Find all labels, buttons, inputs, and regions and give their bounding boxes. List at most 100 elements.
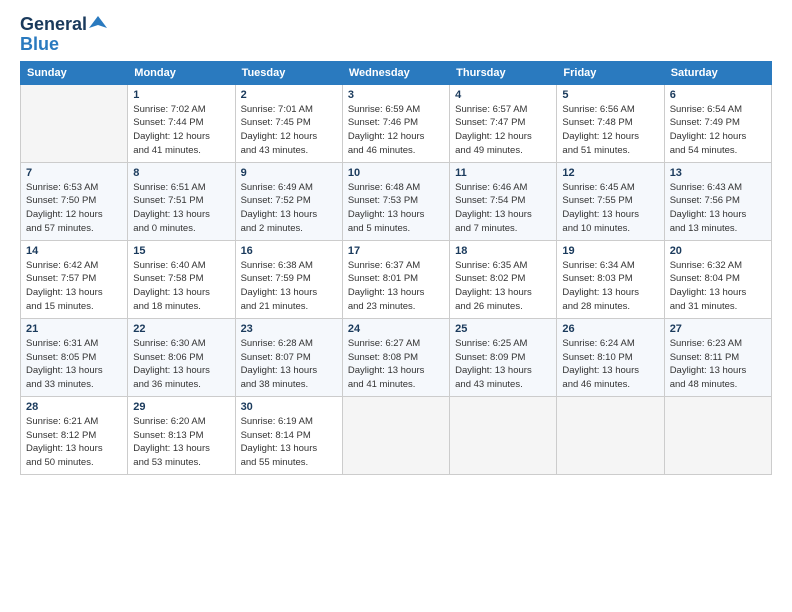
day-cell bbox=[342, 396, 449, 474]
day-cell: 12Sunrise: 6:45 AMSunset: 7:55 PMDayligh… bbox=[557, 162, 664, 240]
day-cell: 13 Sunrise: 6:43 AMSunset: 7:56 PMDayligh… bbox=[664, 162, 771, 240]
day-info: Sunrise: 6:30 AMSunset: 8:06 PMDaylight:… bbox=[133, 337, 229, 392]
day-cell bbox=[450, 396, 557, 474]
day-number: 13 bbox=[670, 167, 766, 179]
day-cell: 23 Sunrise: 6:28 AMSunset: 8:07 PMDayligh… bbox=[235, 318, 342, 396]
col-header-thursday: Thursday bbox=[450, 61, 557, 84]
day-info: Sunrise: 6:40 AMSunset: 7:58 PMDaylight:… bbox=[133, 259, 229, 314]
day-info: Sunrise: 6:28 AMSunset: 8:07 PMDaylight:… bbox=[241, 337, 337, 392]
col-header-sunday: Sunday bbox=[21, 61, 128, 84]
day-cell bbox=[21, 84, 128, 162]
day-info: Sunrise: 6:23 AMSunset: 8:11 PMDaylight:… bbox=[670, 337, 766, 392]
day-number: 9 bbox=[241, 167, 337, 179]
logo-general: General bbox=[20, 14, 87, 34]
day-cell: 14 Sunrise: 6:42 AMSunset: 7:57 PMDayligh… bbox=[21, 240, 128, 318]
day-cell: 3 Sunrise: 6:59 AMSunset: 7:46 PMDaylight… bbox=[342, 84, 449, 162]
day-number: 29 bbox=[133, 401, 229, 413]
day-cell: 18 Sunrise: 6:35 AMSunset: 8:02 PMDayligh… bbox=[450, 240, 557, 318]
day-info: Sunrise: 6:25 AMSunset: 8:09 PMDaylight:… bbox=[455, 337, 551, 392]
day-info: Sunrise: 6:42 AMSunset: 7:57 PMDaylight:… bbox=[26, 259, 122, 314]
day-cell: 9 Sunrise: 6:49 AMSunset: 7:52 PMDaylight… bbox=[235, 162, 342, 240]
day-info: Sunrise: 6:56 AMSunset: 7:48 PMDaylight:… bbox=[562, 103, 658, 158]
day-number: 26 bbox=[562, 323, 658, 335]
day-cell: 15 Sunrise: 6:40 AMSunset: 7:58 PMDayligh… bbox=[128, 240, 235, 318]
day-info: Sunrise: 6:51 AMSunset: 7:51 PMDaylight:… bbox=[133, 181, 229, 236]
day-cell: 11 Sunrise: 6:46 AMSunset: 7:54 PMDayligh… bbox=[450, 162, 557, 240]
day-number: 1 bbox=[133, 89, 229, 101]
day-number: 19 bbox=[562, 245, 658, 257]
day-number: 17 bbox=[348, 245, 444, 257]
day-cell: 4 Sunrise: 6:57 AMSunset: 7:47 PMDaylight… bbox=[450, 84, 557, 162]
day-cell bbox=[557, 396, 664, 474]
day-cell: 5 Sunrise: 6:56 AMSunset: 7:48 PMDaylight… bbox=[557, 84, 664, 162]
day-cell: 2 Sunrise: 7:01 AMSunset: 7:45 PMDaylight… bbox=[235, 84, 342, 162]
day-number: 18 bbox=[455, 245, 551, 257]
day-number: 20 bbox=[670, 245, 766, 257]
logo-bird-icon bbox=[89, 14, 107, 32]
day-number: 10 bbox=[348, 167, 444, 179]
day-number: 2 bbox=[241, 89, 337, 101]
day-number: 11 bbox=[455, 167, 551, 179]
logo: General Blue bbox=[20, 15, 107, 55]
day-info: Sunrise: 6:54 AMSunset: 7:49 PMDaylight:… bbox=[670, 103, 766, 158]
day-info: Sunrise: 6:31 AMSunset: 8:05 PMDaylight:… bbox=[26, 337, 122, 392]
day-number: 16 bbox=[241, 245, 337, 257]
day-cell: 27 Sunrise: 6:23 AMSunset: 8:11 PMDayligh… bbox=[664, 318, 771, 396]
day-info: Sunrise: 6:35 AMSunset: 8:02 PMDaylight:… bbox=[455, 259, 551, 314]
day-number: 23 bbox=[241, 323, 337, 335]
week-row-3: 14 Sunrise: 6:42 AMSunset: 7:57 PMDayligh… bbox=[21, 240, 772, 318]
day-number: 21 bbox=[26, 323, 122, 335]
day-number: 24 bbox=[348, 323, 444, 335]
day-cell: 25Sunrise: 6:25 AMSunset: 8:09 PMDayligh… bbox=[450, 318, 557, 396]
col-header-wednesday: Wednesday bbox=[342, 61, 449, 84]
day-info: Sunrise: 7:01 AMSunset: 7:45 PMDaylight:… bbox=[241, 103, 337, 158]
day-info: Sunrise: 6:38 AMSunset: 7:59 PMDaylight:… bbox=[241, 259, 337, 314]
day-info: Sunrise: 6:53 AMSunset: 7:50 PMDaylight:… bbox=[26, 181, 122, 236]
header-row: SundayMondayTuesdayWednesdayThursdayFrid… bbox=[21, 61, 772, 84]
day-cell: 8 Sunrise: 6:51 AMSunset: 7:51 PMDaylight… bbox=[128, 162, 235, 240]
day-cell: 24Sunrise: 6:27 AMSunset: 8:08 PMDayligh… bbox=[342, 318, 449, 396]
day-number: 4 bbox=[455, 89, 551, 101]
week-row-4: 21 Sunrise: 6:31 AMSunset: 8:05 PMDayligh… bbox=[21, 318, 772, 396]
day-number: 30 bbox=[241, 401, 337, 413]
day-info: Sunrise: 6:45 AMSunset: 7:55 PMDaylight:… bbox=[562, 181, 658, 236]
day-cell: 29 Sunrise: 6:20 AMSunset: 8:13 PMDayligh… bbox=[128, 396, 235, 474]
col-header-tuesday: Tuesday bbox=[235, 61, 342, 84]
col-header-friday: Friday bbox=[557, 61, 664, 84]
day-info: Sunrise: 6:46 AMSunset: 7:54 PMDaylight:… bbox=[455, 181, 551, 236]
day-info: Sunrise: 6:34 AMSunset: 8:03 PMDaylight:… bbox=[562, 259, 658, 314]
day-number: 5 bbox=[562, 89, 658, 101]
day-info: Sunrise: 6:19 AMSunset: 8:14 PMDaylight:… bbox=[241, 415, 337, 470]
day-cell: 30 Sunrise: 6:19 AMSunset: 8:14 PMDayligh… bbox=[235, 396, 342, 474]
day-info: Sunrise: 6:57 AMSunset: 7:47 PMDaylight:… bbox=[455, 103, 551, 158]
week-row-5: 28Sunrise: 6:21 AMSunset: 8:12 PMDayligh… bbox=[21, 396, 772, 474]
day-number: 3 bbox=[348, 89, 444, 101]
week-row-2: 7Sunrise: 6:53 AMSunset: 7:50 PMDaylight… bbox=[21, 162, 772, 240]
day-info: Sunrise: 6:59 AMSunset: 7:46 PMDaylight:… bbox=[348, 103, 444, 158]
header: General Blue bbox=[20, 15, 772, 55]
logo-blue: Blue bbox=[20, 35, 59, 55]
day-number: 22 bbox=[133, 323, 229, 335]
day-cell: 1Sunrise: 7:02 AMSunset: 7:44 PMDaylight… bbox=[128, 84, 235, 162]
day-number: 8 bbox=[133, 167, 229, 179]
col-header-saturday: Saturday bbox=[664, 61, 771, 84]
day-number: 28 bbox=[26, 401, 122, 413]
day-number: 14 bbox=[26, 245, 122, 257]
day-cell: 10 Sunrise: 6:48 AMSunset: 7:53 PMDayligh… bbox=[342, 162, 449, 240]
day-info: Sunrise: 6:32 AMSunset: 8:04 PMDaylight:… bbox=[670, 259, 766, 314]
day-cell: 6 Sunrise: 6:54 AMSunset: 7:49 PMDaylight… bbox=[664, 84, 771, 162]
day-cell: 20 Sunrise: 6:32 AMSunset: 8:04 PMDayligh… bbox=[664, 240, 771, 318]
day-cell: 7Sunrise: 6:53 AMSunset: 7:50 PMDaylight… bbox=[21, 162, 128, 240]
day-number: 15 bbox=[133, 245, 229, 257]
day-info: Sunrise: 6:49 AMSunset: 7:52 PMDaylight:… bbox=[241, 181, 337, 236]
calendar-table: SundayMondayTuesdayWednesdayThursdayFrid… bbox=[20, 61, 772, 475]
day-cell bbox=[664, 396, 771, 474]
day-cell: 17Sunrise: 6:37 AMSunset: 8:01 PMDayligh… bbox=[342, 240, 449, 318]
day-info: Sunrise: 6:48 AMSunset: 7:53 PMDaylight:… bbox=[348, 181, 444, 236]
day-info: Sunrise: 6:20 AMSunset: 8:13 PMDaylight:… bbox=[133, 415, 229, 470]
day-cell: 16 Sunrise: 6:38 AMSunset: 7:59 PMDayligh… bbox=[235, 240, 342, 318]
day-number: 6 bbox=[670, 89, 766, 101]
day-cell: 26Sunrise: 6:24 AMSunset: 8:10 PMDayligh… bbox=[557, 318, 664, 396]
day-number: 27 bbox=[670, 323, 766, 335]
day-info: Sunrise: 6:43 AMSunset: 7:56 PMDaylight:… bbox=[670, 181, 766, 236]
